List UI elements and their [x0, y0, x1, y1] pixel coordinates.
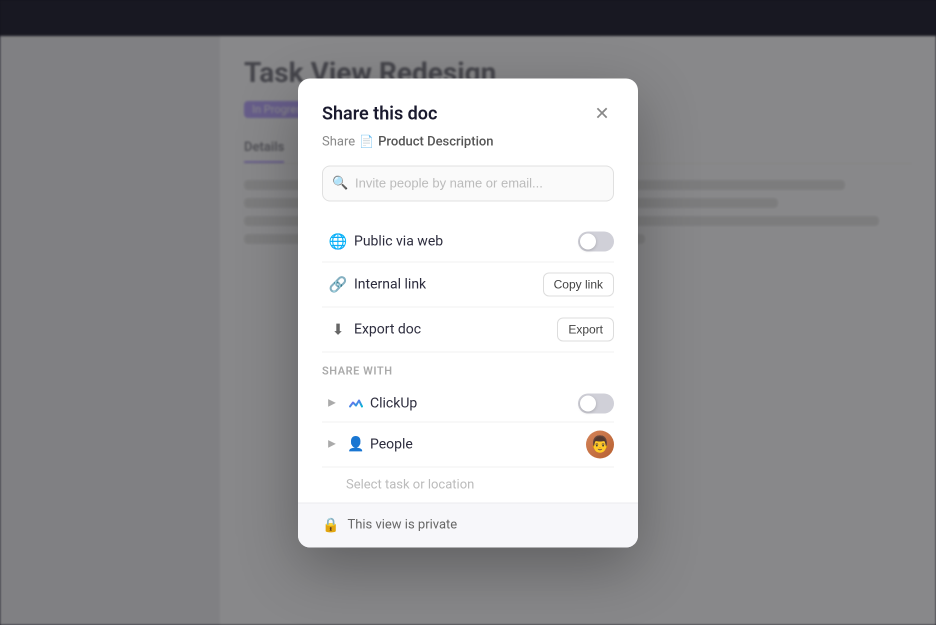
clickup-icon	[342, 395, 370, 411]
internal-link-label: Internal link	[354, 276, 543, 292]
toggle-knob	[580, 395, 596, 411]
clickup-toggle[interactable]	[578, 393, 614, 413]
copy-link-action: Copy link	[543, 272, 614, 296]
internal-link-item: 🔗 Internal link Copy link	[322, 262, 614, 307]
search-icon: 🔍	[332, 176, 348, 191]
subtitle-prefix: Share	[322, 134, 355, 149]
select-task-label: Select task or location	[346, 477, 474, 492]
globe-icon: 🌐	[322, 232, 354, 250]
search-row: 🔍	[322, 165, 614, 201]
people-label: People	[370, 436, 586, 452]
user-avatar: 👨	[586, 430, 614, 458]
people-avatar: 👨	[586, 430, 614, 458]
clickup-logo-icon	[348, 395, 364, 411]
doc-icon: 📄	[359, 135, 374, 149]
select-task-row[interactable]: Select task or location	[322, 467, 614, 502]
modal-header: Share this doc ✕	[322, 102, 614, 126]
public-via-web-item: 🌐 Public via web	[322, 221, 614, 262]
toggle-knob	[580, 233, 596, 249]
clickup-label: ClickUp	[370, 395, 578, 411]
footer-text: This view is private	[347, 518, 457, 533]
person-icon: 👤	[342, 436, 370, 452]
clickup-expand-arrow[interactable]: ▶	[322, 393, 342, 413]
close-button[interactable]: ✕	[590, 102, 614, 126]
clickup-share-item: ▶ ClickUp	[322, 385, 614, 422]
lock-icon: 🔒	[322, 517, 339, 533]
export-doc-label: Export doc	[354, 321, 557, 337]
export-icon: ⬇	[322, 320, 354, 338]
export-action: Export	[557, 317, 614, 341]
export-button[interactable]: Export	[557, 317, 614, 341]
public-web-toggle[interactable]	[578, 231, 614, 251]
modal-body: Share this doc ✕ Share 📄 Product Descrip…	[298, 78, 638, 502]
link-icon: 🔗	[322, 275, 354, 293]
share-modal: Share this doc ✕ Share 📄 Product Descrip…	[298, 78, 638, 547]
modal-subtitle: Share 📄 Product Description	[322, 134, 614, 149]
public-via-web-label: Public via web	[354, 233, 578, 249]
export-doc-item: ⬇ Export doc Export	[322, 307, 614, 352]
modal-footer: 🔒 This view is private	[298, 502, 638, 547]
public-web-toggle-switch[interactable]	[578, 231, 614, 251]
clickup-toggle-switch[interactable]	[578, 393, 614, 413]
doc-name: Product Description	[378, 134, 493, 149]
people-expand-arrow[interactable]: ▶	[322, 434, 342, 454]
people-share-item: ▶ 👤 People 👨	[322, 422, 614, 467]
search-input[interactable]	[322, 165, 614, 201]
modal-title: Share this doc	[322, 104, 437, 125]
share-with-label: SHARE WITH	[322, 352, 614, 385]
copy-link-button[interactable]: Copy link	[543, 272, 614, 296]
